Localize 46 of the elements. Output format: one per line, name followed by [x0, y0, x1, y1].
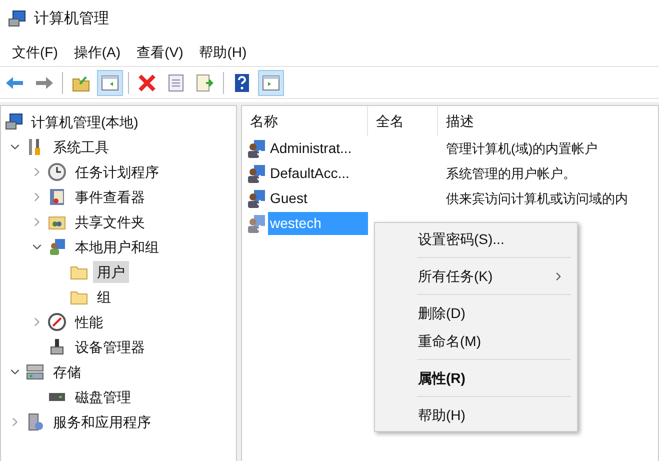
table-cell[interactable]: DefaultAcc... — [268, 162, 352, 185]
action-pane-icon[interactable] — [258, 70, 284, 96]
tree-item[interactable]: 设备管理器 — [71, 336, 149, 358]
tree-item[interactable]: 用户 — [93, 260, 129, 282]
tree-item[interactable]: 磁盘管理 — [71, 386, 135, 408]
tree-item[interactable]: 任务计划程序 — [71, 160, 163, 182]
user-icon — [246, 138, 266, 158]
column-header[interactable]: 名称 — [242, 106, 368, 136]
menu-item[interactable]: 所有任务(K) — [375, 262, 577, 290]
menu-item[interactable]: 属性(R) — [375, 364, 577, 392]
users-icon — [47, 236, 67, 256]
clock-icon — [47, 162, 67, 182]
window-title: 计算机管理 — [34, 8, 109, 29]
menu-item[interactable]: 重命名(M) — [375, 327, 577, 355]
tree-item[interactable]: 性能 — [71, 310, 107, 332]
menu-item[interactable]: 删除(D) — [375, 299, 577, 327]
column-header[interactable]: 描述 — [438, 106, 658, 136]
tree-item[interactable]: 服务和应用程序 — [49, 410, 155, 432]
table-cell-text: 供来宾访问计算机或访问域的内 — [445, 190, 628, 208]
event-log-icon — [47, 186, 67, 206]
tree-item[interactable]: 共享文件夹 — [71, 210, 149, 232]
user-icon — [246, 214, 266, 234]
table-cell[interactable]: Administrat... — [268, 137, 354, 160]
menu-item[interactable]: 帮助(H) — [375, 401, 577, 429]
table-cell-text: 管理计算机(域)的内置帐户 — [445, 140, 598, 158]
tree-item[interactable]: 组 — [93, 286, 115, 308]
menu-item[interactable]: 查看(V) — [128, 42, 192, 62]
tree-item[interactable]: 存储 — [49, 360, 85, 382]
console-tree-icon[interactable] — [97, 70, 123, 96]
column-header[interactable]: 全名 — [368, 106, 438, 136]
menu-item[interactable]: 操作(A) — [66, 42, 129, 62]
menu-item[interactable]: 设置密码(S)... — [375, 225, 577, 253]
tree-item[interactable]: 事件查看器 — [71, 186, 149, 208]
menu-item[interactable]: 文件(F) — [4, 42, 66, 62]
user-icon — [246, 164, 266, 184]
computer-icon — [5, 112, 23, 130]
storage-icon — [25, 362, 45, 382]
table-cell-text: 系统管理的用户帐户。 — [445, 164, 576, 183]
menu-item[interactable]: 帮助(H) — [191, 42, 255, 62]
tree-item[interactable]: 系统工具 — [49, 136, 113, 158]
user-icon — [246, 188, 266, 208]
tree-item[interactable]: 本地用户和组 — [71, 236, 163, 258]
computer-icon — [8, 10, 26, 28]
table-cell[interactable]: Guest — [268, 187, 310, 210]
tree-item[interactable]: 计算机管理(本地) — [27, 110, 142, 132]
gauge-icon — [47, 312, 67, 332]
